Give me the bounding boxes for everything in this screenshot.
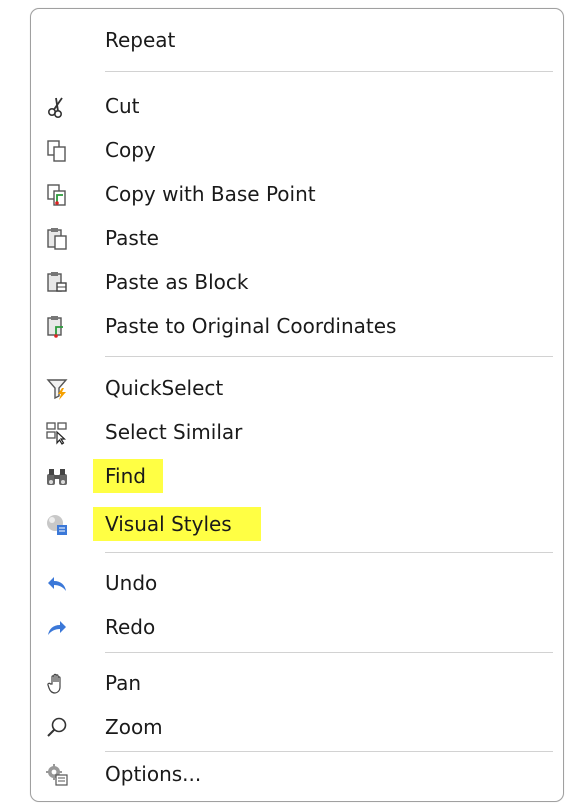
menu-item-options[interactable]: Options...: [31, 753, 563, 797]
paste-icon: [45, 227, 69, 251]
menu-item-visual-styles-label: Visual Styles: [93, 507, 261, 541]
menu-item-cut[interactable]: Cut: [31, 85, 563, 129]
menu-separator: [105, 356, 553, 357]
undo-arrow-icon: [45, 572, 69, 596]
menu-item-undo[interactable]: Undo: [31, 562, 563, 606]
menu-item-pan[interactable]: Pan: [31, 662, 563, 706]
menu-item-options-label: Options...: [105, 762, 202, 786]
menu-item-zoom-label: Zoom: [105, 715, 163, 739]
menu-item-zoom[interactable]: Zoom: [31, 706, 563, 750]
context-menu: Repeat Cut Copy Copy with Base Point Pas…: [30, 8, 564, 802]
menu-item-paste-as-block[interactable]: Paste as Block: [31, 261, 563, 305]
menu-item-paste-to-original-coordinates-label: Paste to Original Coordinates: [105, 314, 397, 338]
menu-item-copy-with-base-point[interactable]: Copy with Base Point: [31, 173, 563, 217]
menu-item-undo-label: Undo: [105, 571, 158, 595]
copy-base-point-icon: [45, 183, 69, 207]
menu-item-cut-label: Cut: [105, 94, 140, 118]
menu-separator: [105, 71, 553, 72]
menu-item-paste-to-original-coordinates[interactable]: Paste to Original Coordinates: [31, 305, 563, 349]
paste-original-coordinates-icon: [45, 315, 69, 339]
menu-item-paste-as-block-label: Paste as Block: [105, 270, 249, 294]
menu-item-pan-label: Pan: [105, 671, 142, 695]
menu-item-quickselect[interactable]: QuickSelect: [31, 367, 563, 411]
binoculars-icon: [45, 465, 69, 489]
menu-item-paste[interactable]: Paste: [31, 217, 563, 261]
zoom-magnifier-icon: [45, 716, 69, 740]
menu-item-quickselect-label: QuickSelect: [105, 376, 224, 400]
menu-item-copy[interactable]: Copy: [31, 129, 563, 173]
paste-as-block-icon: [45, 271, 69, 295]
menu-item-copy-label: Copy: [105, 138, 156, 162]
menu-separator: [105, 652, 553, 653]
menu-item-paste-label: Paste: [105, 226, 159, 250]
menu-item-find-label: Find: [93, 459, 163, 493]
select-similar-icon: [45, 421, 69, 445]
menu-item-redo-label: Redo: [105, 615, 156, 639]
menu-item-visual-styles[interactable]: Visual Styles: [31, 503, 563, 547]
options-gear-icon: [45, 763, 69, 787]
menu-item-find[interactable]: Find: [31, 455, 563, 499]
menu-item-select-similar-label: Select Similar: [105, 420, 243, 444]
menu-separator: [105, 552, 553, 553]
copy-icon: [45, 139, 69, 163]
menu-item-repeat-label: Repeat: [105, 28, 176, 52]
menu-item-redo[interactable]: Redo: [31, 606, 563, 650]
pan-hand-icon: [45, 672, 69, 696]
scissors-icon: [45, 95, 69, 119]
menu-separator: [105, 751, 553, 752]
redo-arrow-icon: [45, 616, 69, 640]
menu-item-copy-with-base-point-label: Copy with Base Point: [105, 182, 316, 206]
visual-styles-icon: [45, 513, 69, 537]
menu-item-select-similar[interactable]: Select Similar: [31, 411, 563, 455]
menu-item-repeat[interactable]: Repeat: [31, 19, 563, 63]
quickselect-funnel-icon: [45, 377, 69, 401]
